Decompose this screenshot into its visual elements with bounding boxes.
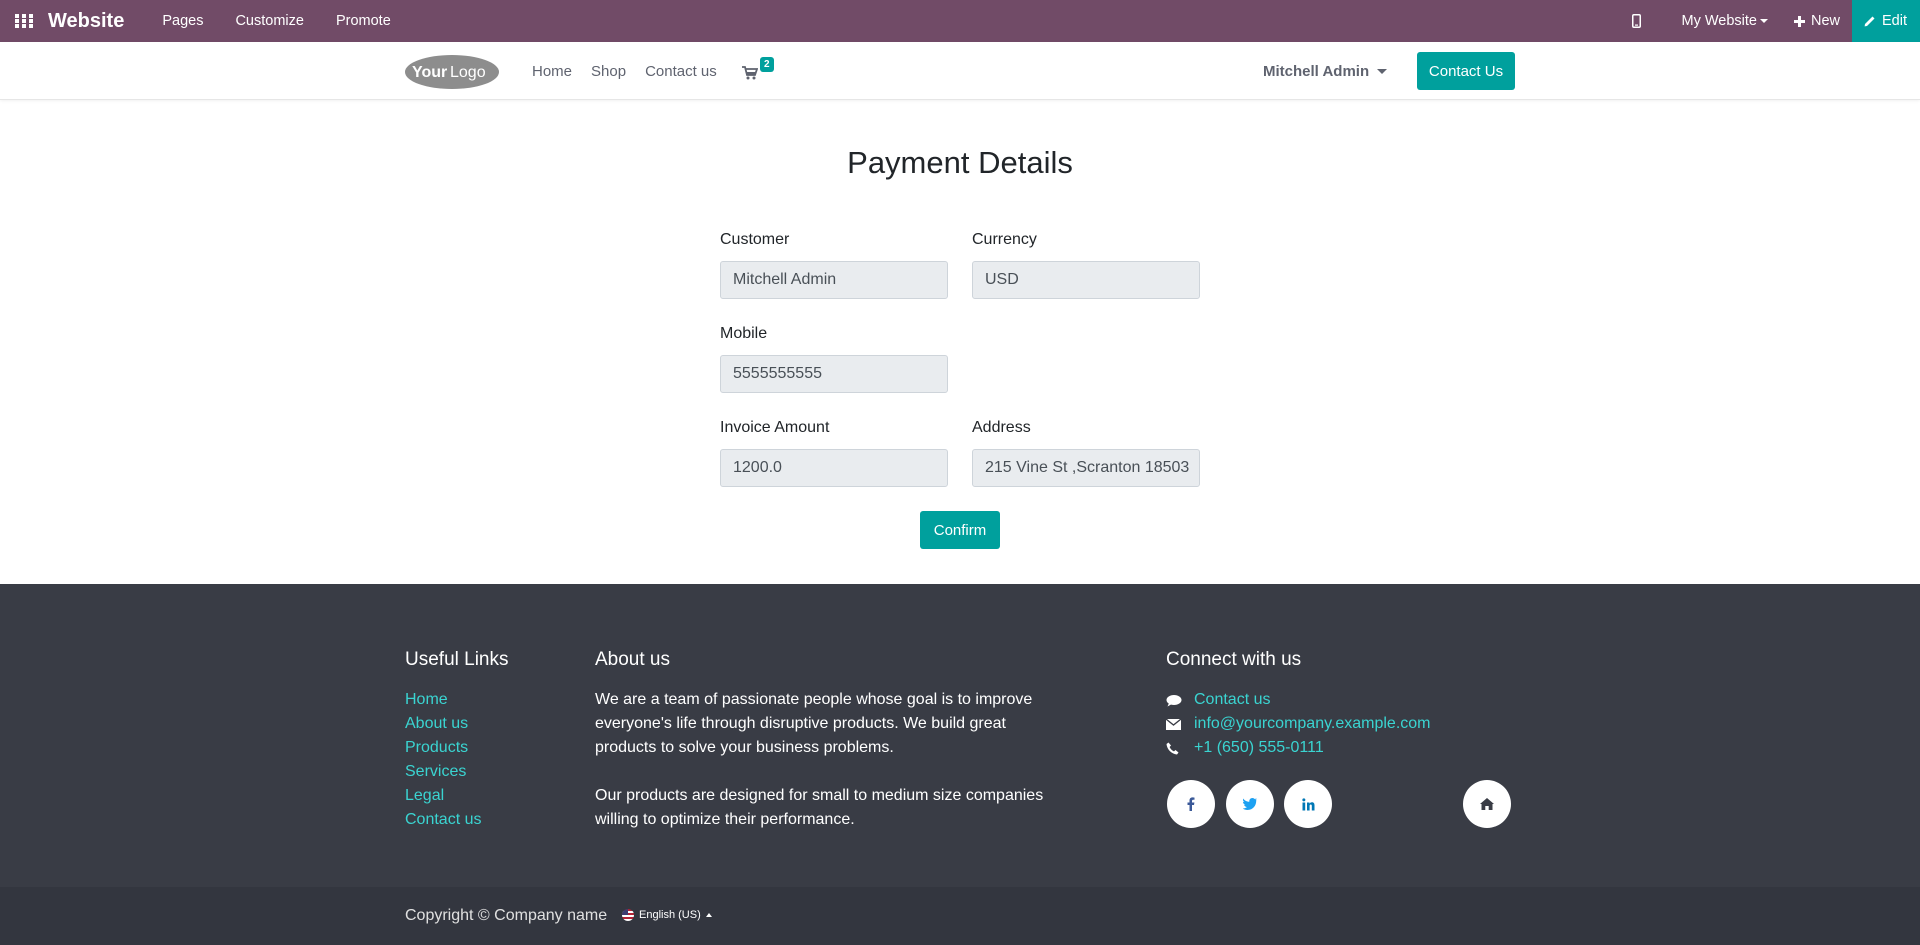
website-selector-label: My Website [1681, 13, 1757, 29]
caret-down-icon [1759, 19, 1768, 23]
mobile-preview-button[interactable] [1631, 14, 1647, 28]
customer-field[interactable]: Mitchell Admin [720, 261, 948, 299]
address-label: Address [972, 419, 1031, 436]
linkedin-icon [1301, 797, 1314, 810]
new-button[interactable]: New [1793, 13, 1840, 29]
edit-button-label: Edit [1882, 13, 1907, 29]
home-icon [1480, 798, 1494, 810]
site-logo[interactable]: Your Logo [404, 52, 500, 90]
logo-text-your: Your [412, 64, 447, 81]
menu-customize[interactable]: Customize [235, 13, 304, 29]
useful-links-title: Useful Links [405, 649, 509, 670]
invoice-amount-label: Invoice Amount [720, 419, 830, 436]
menu-promote[interactable]: Promote [336, 13, 391, 29]
mobile-icon [1631, 14, 1641, 28]
app-brand[interactable]: Website [48, 10, 124, 33]
footer-link-services[interactable]: Services [405, 760, 481, 784]
linkedin-button[interactable] [1284, 780, 1332, 828]
invoice-amount-field[interactable]: 1200.0 [720, 449, 948, 487]
language-label: English (US) [639, 909, 701, 921]
footer-link-products[interactable]: Products [405, 736, 481, 760]
grid-icon [15, 14, 33, 28]
admin-bar: Website Pages Customize Promote My Websi… [0, 0, 1920, 42]
address-field[interactable]: 215 Vine St ,Scranton 18503 [972, 449, 1200, 487]
footer-email-link[interactable]: info@yourcompany.example.com [1166, 712, 1431, 736]
caret-down-icon [1377, 68, 1388, 74]
plus-icon [1793, 15, 1805, 27]
cart-icon [742, 66, 758, 80]
site-header: Your Logo Home Shop Contact us 2 Mitchel… [0, 42, 1920, 100]
contact-us-text: Contact us [1194, 691, 1271, 708]
twitter-icon [1243, 798, 1257, 810]
twitter-button[interactable] [1226, 780, 1274, 828]
menu-pages[interactable]: Pages [162, 13, 203, 29]
useful-links-list: Home About us Products Services Legal Co… [405, 688, 481, 832]
about-us-title: About us [595, 649, 670, 670]
footer-link-home[interactable]: Home [405, 688, 481, 712]
email-text: info@yourcompany.example.com [1194, 715, 1431, 732]
copyright-text: Copyright © Company name [405, 907, 608, 924]
contact-us-button[interactable]: Contact Us [1417, 52, 1515, 90]
pencil-icon [1864, 16, 1875, 27]
copyright-bar: Copyright © Company name English (US) [0, 887, 1920, 945]
footer-contact-us-link[interactable]: Contact us [1166, 688, 1431, 712]
page-title: Payment Details [847, 145, 1073, 180]
website-selector[interactable]: My Website [1682, 13, 1768, 29]
currency-label: Currency [972, 231, 1037, 248]
nav-contact-us[interactable]: Contact us [645, 63, 717, 80]
contact-list: Contact us info@yourcompany.example.com … [1166, 688, 1431, 760]
about-paragraph-2: Our products are designed for small to m… [595, 787, 1044, 828]
connect-title: Connect with us [1166, 649, 1302, 670]
main-nav: Home Shop Contact us [532, 42, 736, 100]
caret-up-icon [705, 913, 712, 917]
nav-shop[interactable]: Shop [591, 63, 626, 80]
comment-icon [1166, 694, 1182, 706]
currency-field[interactable]: USD [972, 261, 1200, 299]
confirm-button[interactable]: Confirm [920, 511, 1000, 549]
home-button[interactable] [1463, 780, 1511, 828]
about-paragraph-1: We are a team of passionate people whose… [595, 691, 1033, 756]
site-footer: Useful Links Home About us Products Serv… [0, 584, 1920, 887]
mobile-field[interactable]: 5555555555 [720, 355, 948, 393]
user-name: Mitchell Admin [1263, 62, 1370, 80]
phone-text: +1 (650) 555-0111 [1194, 739, 1324, 756]
logo-image: Your Logo [405, 55, 499, 89]
phone-icon [1166, 742, 1179, 754]
mobile-label: Mobile [720, 325, 768, 342]
facebook-button[interactable] [1167, 780, 1215, 828]
footer-link-contact-us[interactable]: Contact us [405, 808, 481, 832]
logo-text-logo: Logo [450, 64, 486, 81]
cart-count-badge: 2 [760, 57, 774, 72]
new-button-label: New [1810, 13, 1840, 29]
footer-link-legal[interactable]: Legal [405, 784, 481, 808]
customer-label: Customer [720, 231, 790, 248]
footer-phone-link[interactable]: +1 (650) 555-0111 [1166, 736, 1431, 760]
language-selector[interactable]: English (US) [622, 909, 712, 921]
facebook-icon [1187, 797, 1195, 811]
edit-button[interactable]: Edit [1852, 0, 1920, 42]
us-flag-icon [622, 909, 634, 921]
apps-menu-button[interactable] [0, 0, 48, 42]
envelope-icon [1166, 718, 1181, 730]
footer-link-about-us[interactable]: About us [405, 712, 481, 736]
cart-button[interactable]: 2 [742, 57, 782, 84]
about-us-text: We are a team of passionate people whose… [595, 688, 1045, 832]
nav-home[interactable]: Home [532, 63, 572, 80]
user-menu[interactable]: Mitchell Admin [1263, 42, 1388, 100]
